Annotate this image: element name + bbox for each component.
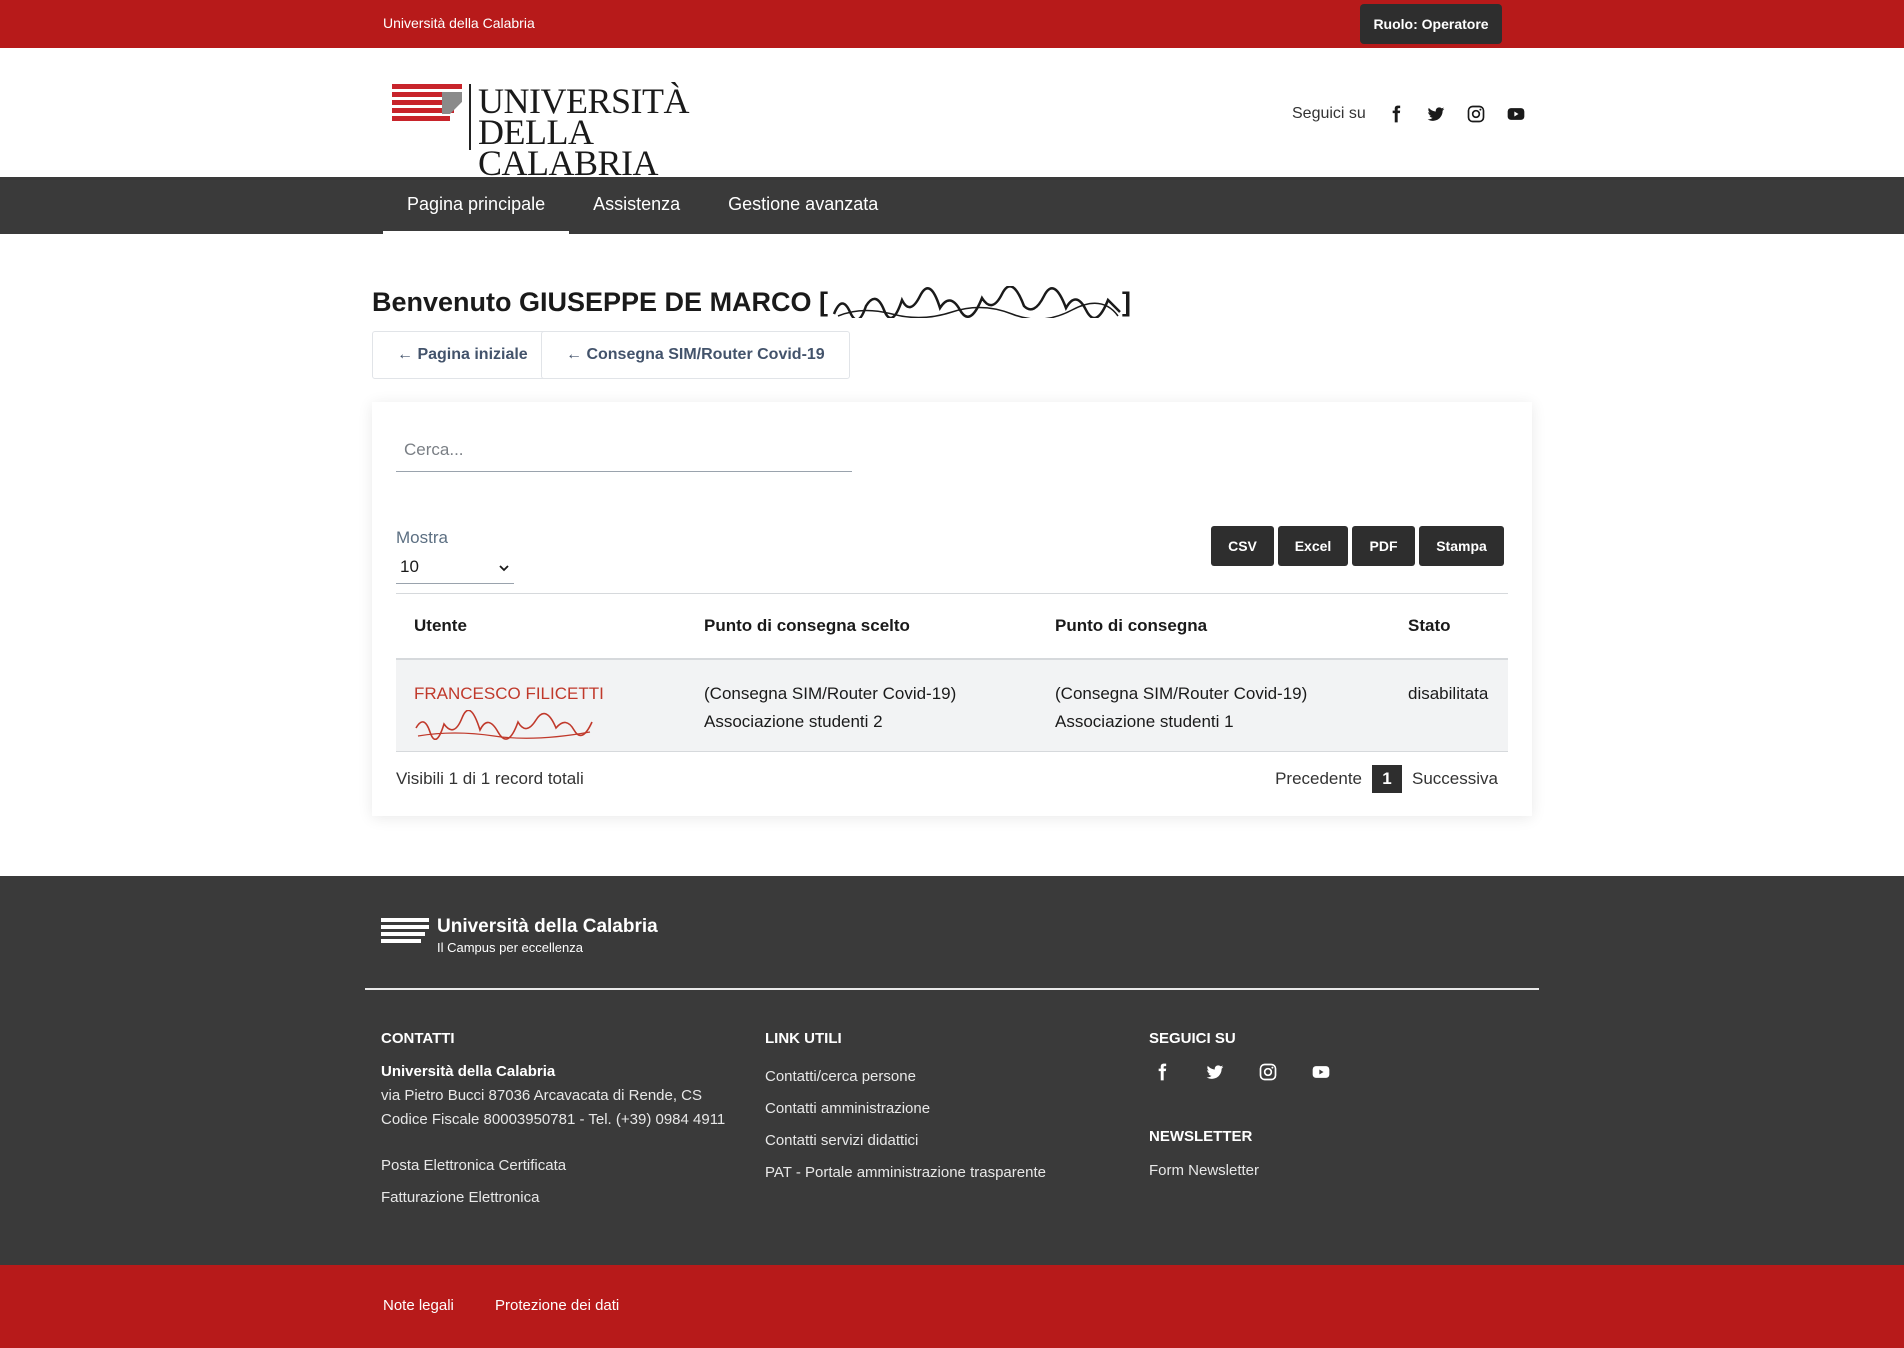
welcome-close: ] <box>1122 286 1132 317</box>
welcome-text: Benvenuto GIUSEPPE DE MARCO [ <box>372 286 829 317</box>
pec-link[interactable]: Posta Elettronica Certificata <box>381 1157 566 1174</box>
col-header-status[interactable]: Stato <box>1408 616 1451 636</box>
contacts-address: via Pietro Bucci 87036 Arcavacata di Ren… <box>381 1087 703 1104</box>
link-teaching-contacts[interactable]: Contatti servizi didattici <box>765 1132 918 1149</box>
instagram-icon[interactable] <box>1258 1062 1278 1082</box>
export-pdf-button[interactable]: PDF <box>1352 526 1415 566</box>
newsletter-link[interactable]: Form Newsletter <box>1149 1162 1259 1179</box>
back-sim-router-button[interactable]: ← Consegna SIM/Router Covid-19 <box>541 331 850 379</box>
back-home-button[interactable]: ← Pagina iniziale <box>372 331 553 379</box>
university-logo[interactable]: UNIVERSITÀ DELLA CALABRIA <box>392 83 752 181</box>
redacted-id <box>832 286 1121 318</box>
records-info: Visibili 1 di 1 record totali <box>396 769 584 788</box>
col-header-delivery-point[interactable]: Punto di consegna <box>1055 616 1207 636</box>
pagination: Precedente 1 Successiva <box>1275 765 1498 793</box>
table-top-border <box>396 593 1508 594</box>
nav-item-assistance[interactable]: Assistenza <box>569 177 704 234</box>
youtube-icon[interactable] <box>1506 104 1526 124</box>
cell-delivery-point: (Consegna SIM/Router Covid-19) Associazi… <box>1055 680 1307 736</box>
pagination-next[interactable]: Successiva <box>1412 769 1498 789</box>
col-header-chosen-point[interactable]: Punto di consegna scelto <box>704 616 910 636</box>
link-admin-contacts[interactable]: Contatti amministrazione <box>765 1100 930 1117</box>
logo-line-2: DELLA CALABRIA <box>478 112 659 183</box>
table-card: Mostra 10 CSV Excel PDF Stampa Utente Pu… <box>372 402 1532 816</box>
delivery-point-line-2: Associazione studenti 1 <box>1055 712 1234 731</box>
cell-chosen-point: (Consegna SIM/Router Covid-19) Associazi… <box>704 680 956 736</box>
link-transparency-portal[interactable]: PAT - Portale amministrazione trasparent… <box>765 1164 1046 1181</box>
pagination-previous[interactable]: Precedente <box>1275 769 1362 789</box>
user-link[interactable]: FRANCESCO FILICETTI <box>414 684 604 703</box>
print-button[interactable]: Stampa <box>1419 526 1504 566</box>
footer-brand: Università della Calabria <box>437 916 658 937</box>
delivery-point-line-1: (Consegna SIM/Router Covid-19) <box>1055 684 1308 703</box>
data-protection-link[interactable]: Protezione dei dati <box>495 1297 619 1314</box>
site-footer: Università della Calabria Il Campus per … <box>0 876 1904 1265</box>
newsletter-heading: NEWSLETTER <box>1149 1128 1253 1145</box>
logo-divider <box>469 84 471 150</box>
facebook-icon[interactable] <box>1152 1062 1172 1082</box>
export-csv-button[interactable]: CSV <box>1211 526 1274 566</box>
chosen-point-line-2: Associazione studenti 2 <box>704 712 883 731</box>
facebook-icon[interactable] <box>1386 104 1406 124</box>
export-excel-button[interactable]: Excel <box>1278 526 1348 566</box>
main-nav: Pagina principale Assistenza Gestione av… <box>0 177 1904 234</box>
search-input[interactable] <box>396 428 852 472</box>
youtube-icon[interactable] <box>1311 1062 1331 1082</box>
footer-social <box>1152 1062 1364 1082</box>
page-size-select[interactable]: 10 <box>396 552 514 584</box>
follow-heading: SEGUICI SU <box>1149 1030 1236 1047</box>
col-header-user[interactable]: Utente <box>414 616 467 636</box>
show-label: Mostra <box>396 528 448 547</box>
header-social: Seguici su <box>1292 104 1546 124</box>
link-people-search[interactable]: Contatti/cerca persone <box>765 1068 916 1085</box>
top-university-link[interactable]: Università della Calabria <box>383 15 535 31</box>
top-bar: Università della Calabria Ruolo: Operato… <box>0 0 1904 48</box>
table-row: FRANCESCO FILICETTI (Consegna SIM/Router… <box>396 660 1508 752</box>
cell-status: disabilitata <box>1408 684 1489 703</box>
twitter-icon[interactable] <box>1426 104 1446 124</box>
contacts-heading: CONTATTI <box>381 1030 455 1047</box>
chosen-point-line-1: (Consegna SIM/Router Covid-19) <box>704 684 957 703</box>
instagram-icon[interactable] <box>1466 104 1486 124</box>
invoicing-link[interactable]: Fatturazione Elettronica <box>381 1189 539 1206</box>
nav-item-home[interactable]: Pagina principale <box>383 177 570 234</box>
logo-wordmark: UNIVERSITÀ DELLA CALABRIA <box>478 83 752 183</box>
redacted-user-id <box>415 710 593 740</box>
page-title: Benvenuto GIUSEPPE DE MARCO [ ] <box>372 286 1131 318</box>
follow-label: Seguici su <box>1292 105 1366 122</box>
role-button[interactable]: Ruolo: Operatore <box>1360 4 1502 44</box>
useful-links-heading: LINK UTILI <box>765 1030 842 1047</box>
nav-item-advanced[interactable]: Gestione avanzata <box>704 177 902 234</box>
bottom-bar: Note legali Protezione dei dati <box>0 1265 1904 1348</box>
cell-user: FRANCESCO FILICETTI <box>414 680 604 740</box>
contacts-fiscal: Codice Fiscale 80003950781 - Tel. (+39) … <box>381 1111 726 1128</box>
twitter-icon[interactable] <box>1205 1062 1225 1082</box>
legal-notes-link[interactable]: Note legali <box>383 1297 454 1314</box>
footer-logo-mark <box>381 918 431 950</box>
footer-tagline: Il Campus per eccellenza <box>437 940 583 955</box>
pagination-page-1[interactable]: 1 <box>1372 765 1403 793</box>
contacts-name: Università della Calabria <box>381 1063 556 1080</box>
footer-divider <box>365 988 1539 990</box>
site-header: UNIVERSITÀ DELLA CALABRIA Seguici su <box>0 48 1904 181</box>
page-size-value: 10 <box>400 557 419 576</box>
chevron-down-icon <box>499 565 509 572</box>
